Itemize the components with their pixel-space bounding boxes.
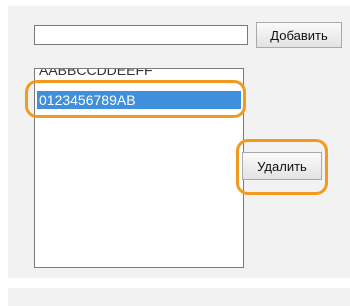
list-item[interactable]: AABBCCDDEEFF xyxy=(37,69,241,79)
address-input[interactable] xyxy=(34,25,248,45)
delete-button-highlight xyxy=(236,139,328,195)
add-button[interactable]: Добавить xyxy=(256,22,342,48)
footer-panel xyxy=(8,288,350,306)
selected-item-highlight xyxy=(25,80,246,118)
